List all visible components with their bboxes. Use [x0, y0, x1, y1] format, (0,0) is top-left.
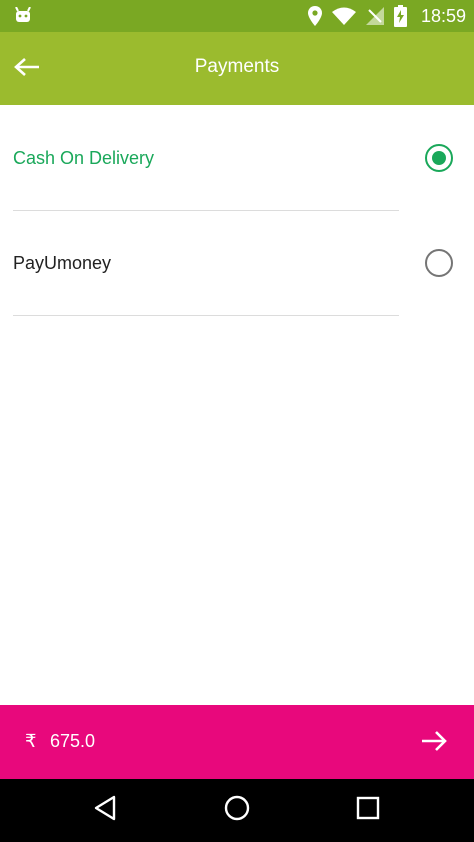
back-triangle-icon — [93, 795, 117, 826]
battery-charging-icon — [393, 5, 407, 27]
divider — [13, 315, 399, 316]
forward-arrow-icon[interactable] — [420, 729, 448, 758]
nav-back-button[interactable] — [65, 779, 145, 842]
system-nav-bar — [0, 779, 474, 842]
location-icon — [307, 6, 322, 26]
signal-icon — [365, 7, 384, 25]
android-icon — [14, 7, 32, 23]
wifi-icon — [331, 7, 356, 25]
nav-recents-button[interactable] — [328, 779, 408, 842]
currency-symbol: ₹ — [25, 731, 37, 751]
radio-button[interactable] — [425, 249, 453, 277]
page-title: Payments — [194, 56, 280, 77]
nav-home-button[interactable] — [197, 779, 277, 842]
payment-option-label: PayUmoney — [13, 253, 112, 273]
checkout-bar[interactable]: ₹ 675.0 — [0, 705, 474, 779]
app-bar: Payments — [0, 32, 474, 105]
payment-option-cash-on-delivery[interactable]: Cash On Delivery — [0, 105, 474, 210]
status-bar: 18:59 — [0, 0, 474, 32]
status-time: 18:59 — [420, 5, 466, 26]
home-circle-icon — [223, 794, 251, 827]
total-amount: 675.0 — [50, 731, 96, 751]
radio-button-selected[interactable] — [425, 144, 453, 172]
payment-option-label: Cash On Delivery — [13, 148, 155, 168]
recents-square-icon — [356, 796, 380, 825]
payment-option-payumoney[interactable]: PayUmoney — [0, 211, 474, 316]
